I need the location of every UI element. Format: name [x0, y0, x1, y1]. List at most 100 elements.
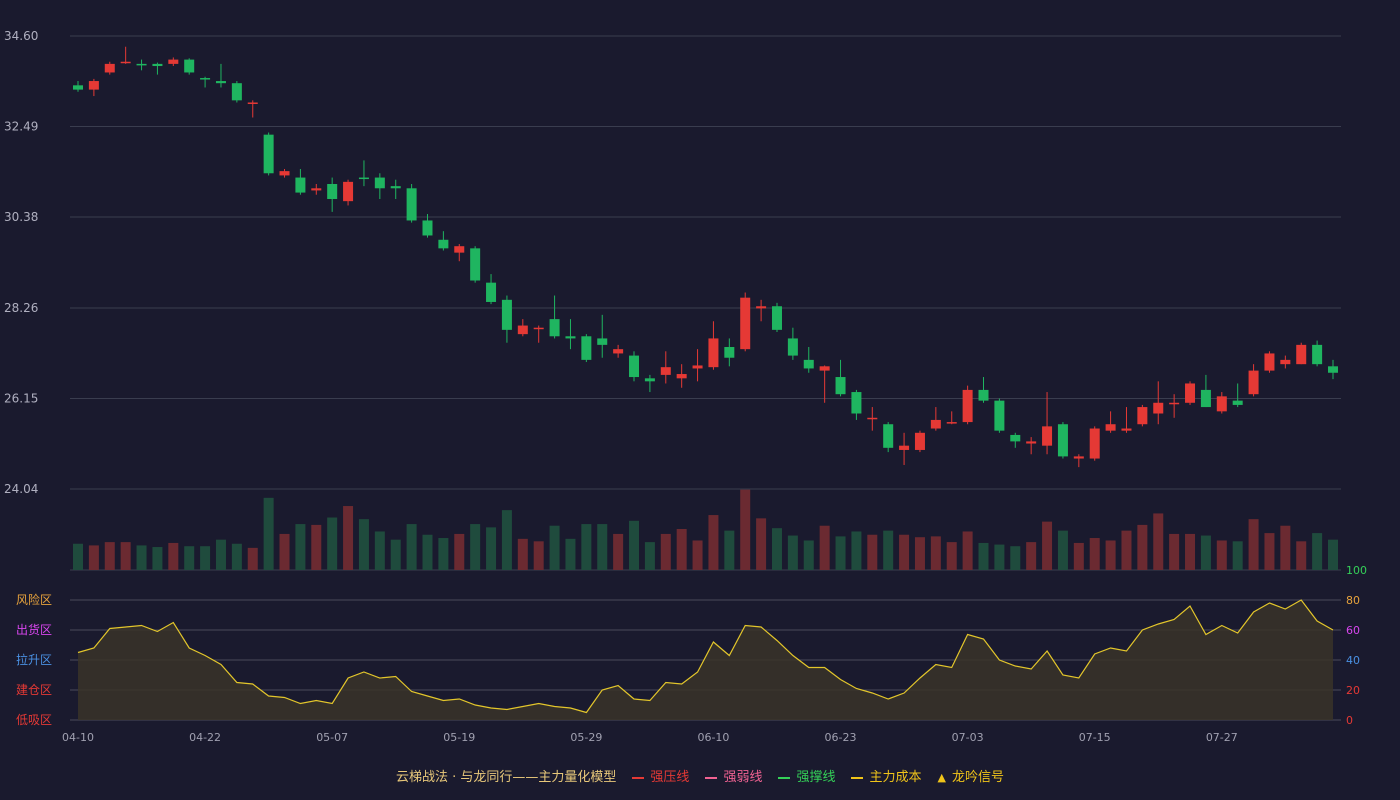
oscillator-zone-label: 风险区 — [16, 592, 52, 607]
candle-body — [1328, 366, 1338, 373]
candle-body — [946, 422, 957, 424]
volume-bar — [279, 533, 290, 570]
volume-bar — [946, 542, 957, 570]
volume-bar — [215, 539, 226, 570]
candle-body — [771, 306, 782, 330]
candle-body — [883, 424, 894, 448]
candle-body — [1137, 407, 1148, 425]
candle — [1216, 392, 1227, 414]
candle — [1089, 426, 1100, 461]
candle — [152, 62, 163, 75]
candle-body — [930, 419, 941, 429]
volume-bar — [1200, 535, 1211, 570]
candle-body — [787, 338, 798, 356]
candle — [343, 179, 354, 206]
volume-bar — [374, 531, 385, 570]
volume-bar — [1232, 541, 1243, 570]
candle — [104, 61, 115, 75]
legend-label: 云梯战法 · 与龙同行——主力量化模型 — [396, 770, 617, 785]
candle-body — [756, 306, 767, 309]
candle-body — [1232, 400, 1243, 405]
candle — [88, 78, 99, 97]
candle — [1248, 364, 1259, 397]
candle — [168, 57, 179, 67]
candle-body — [644, 378, 655, 382]
oscillator-tick-label: 80 — [1346, 594, 1360, 607]
candle — [867, 407, 878, 431]
candle-body — [581, 336, 592, 360]
oscillator-tick-label: 0 — [1346, 714, 1353, 727]
triangle-icon: ▲ — [937, 771, 946, 784]
x-tick-label: 07-03 — [952, 731, 984, 744]
candle — [1280, 355, 1291, 369]
candle-body — [978, 389, 989, 401]
volume-bar — [1042, 521, 1053, 570]
volume-bar — [438, 538, 449, 570]
candle — [1153, 381, 1164, 425]
volume-bar — [1153, 513, 1164, 570]
candle — [533, 325, 544, 343]
candle — [851, 389, 862, 420]
volume-bar — [1169, 533, 1180, 570]
volume-bar — [231, 543, 242, 570]
candle — [1185, 381, 1196, 405]
candle — [740, 292, 751, 352]
volume-bar — [1073, 542, 1084, 570]
volume-bar — [644, 542, 655, 570]
price-tick-label: 34.60 — [4, 29, 38, 43]
volume-bar — [1312, 533, 1323, 570]
candle-body — [358, 177, 369, 180]
candle-body — [168, 59, 179, 64]
candle — [962, 385, 973, 425]
volume-bar — [1185, 533, 1196, 570]
candle — [787, 327, 798, 360]
candle — [1121, 407, 1132, 433]
volume-bar — [533, 541, 544, 570]
candle — [899, 432, 910, 465]
price-tick-label: 32.49 — [4, 120, 38, 134]
candle-body — [660, 367, 671, 375]
volume-bar — [835, 536, 846, 570]
candle-body — [311, 188, 322, 191]
candle — [1264, 351, 1275, 373]
volume-bar — [708, 515, 719, 570]
candle — [327, 177, 338, 212]
candle — [390, 179, 401, 200]
candle-body — [200, 78, 211, 80]
volume-bar — [549, 525, 560, 570]
candle-body — [1010, 434, 1021, 442]
candle — [358, 160, 369, 187]
volume-bar — [914, 537, 925, 570]
candle-body — [406, 188, 417, 221]
volume-bar — [200, 546, 211, 570]
volume-bar — [1026, 542, 1037, 570]
volume-bar — [962, 531, 973, 570]
candle — [708, 321, 719, 370]
volume-bar — [1105, 540, 1116, 570]
volume-bar — [247, 547, 258, 570]
candle-body — [1153, 402, 1164, 414]
volume-bar — [930, 536, 941, 570]
candle — [517, 319, 528, 337]
volume-bar — [994, 544, 1005, 570]
volume-bar — [581, 524, 592, 570]
oscillator-zone-label: 拉升区 — [16, 652, 52, 667]
volume-bar — [1264, 533, 1275, 570]
oscillator-zone-label: 建仓区 — [16, 683, 52, 697]
volume-bar — [406, 524, 417, 570]
x-tick-label: 06-23 — [825, 731, 857, 744]
candle — [1010, 432, 1021, 448]
volume-bar — [327, 517, 338, 570]
volume-bar — [676, 529, 687, 570]
candle — [406, 183, 417, 223]
candle — [756, 299, 767, 322]
oscillator-tick-label: 20 — [1346, 684, 1360, 697]
candle — [803, 347, 814, 373]
candle — [215, 63, 226, 88]
candle — [422, 214, 433, 238]
candle — [565, 319, 576, 350]
candle — [1073, 454, 1084, 468]
candle-body — [867, 417, 878, 420]
volume-bar — [168, 542, 179, 570]
candle-body — [1264, 353, 1275, 371]
